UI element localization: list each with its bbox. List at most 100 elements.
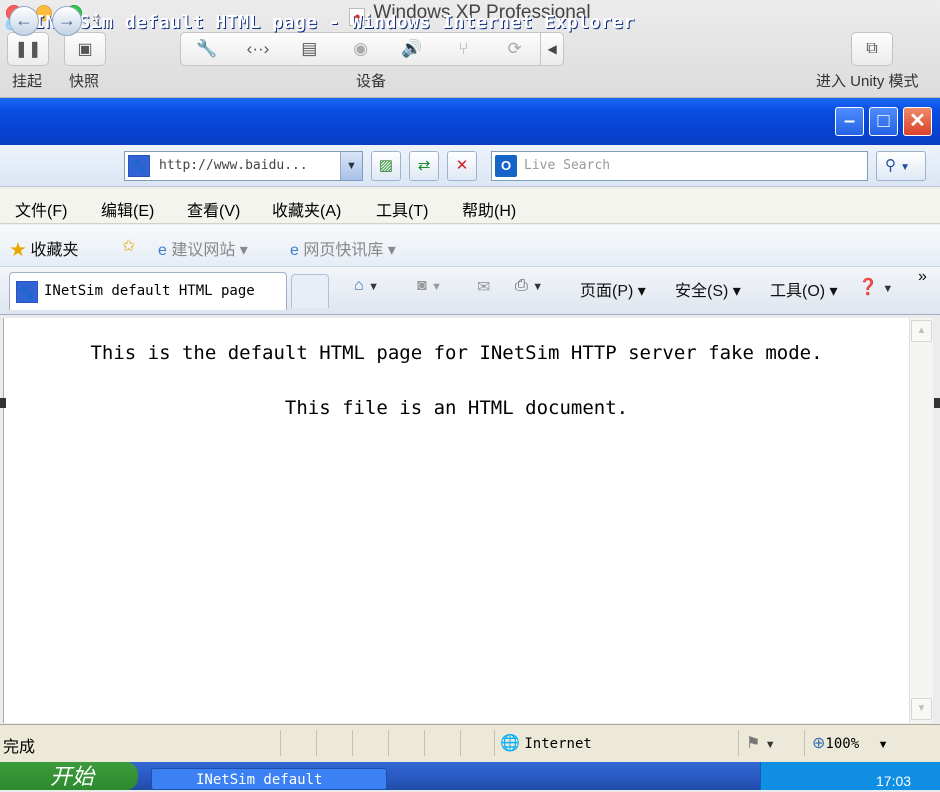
suspend-button[interactable]: ❚❚ (7, 32, 49, 66)
suggested-sites-button[interactable]: e 建议网站 ▾ (158, 236, 248, 260)
taskbar-ie-label: INetSim default (196, 772, 323, 788)
safety-menu-button[interactable]: 安全(S) ▾ (675, 277, 741, 301)
network-icon[interactable]: ‹··› (232, 39, 283, 59)
scroll-down-button[interactable]: ▼ (911, 698, 932, 720)
home-button[interactable]: ⌂ ▼ (354, 277, 379, 295)
suspend-label: 挂起 (12, 73, 43, 90)
menu-edit[interactable]: 编辑(E) (101, 197, 154, 221)
add-favorite-icon[interactable]: ✩ (122, 236, 135, 256)
print-dropdown-icon: ▼ (532, 281, 544, 293)
close-icon: ✕ (909, 110, 926, 132)
ie-page-icon: e (158, 242, 167, 259)
ie-page-icon: e (290, 242, 299, 259)
forward-button[interactable]: → (52, 6, 82, 36)
protected-mode-dropdown-icon: ▼ (764, 739, 776, 751)
help-icon: ❓ (858, 279, 878, 296)
zoom-button[interactable]: ⊕100% ▼ (812, 733, 888, 753)
feeds-button[interactable]: ◙ ▼ (417, 277, 442, 295)
zone-label: Internet (524, 736, 592, 752)
zoom-level: 100% (825, 736, 860, 752)
read-mail-button[interactable]: ✉ (477, 277, 490, 297)
scroll-up-button[interactable]: ▲ (911, 320, 932, 342)
status-divider (424, 730, 425, 756)
address-dropdown-button[interactable]: ▼ (340, 152, 362, 180)
start-button[interactable]: 开始 (0, 762, 138, 790)
compatibility-view-button[interactable]: ▨ (371, 151, 401, 181)
snapshot-button[interactable]: ▣ (64, 32, 106, 66)
menu-tools[interactable]: 工具(T) (376, 197, 428, 221)
status-divider (804, 730, 805, 756)
stop-icon: ✕ (455, 157, 469, 174)
resize-handle-left[interactable] (0, 398, 6, 408)
live-search-icon: O (495, 155, 517, 177)
protected-mode-button[interactable]: ⚑ ▼ (746, 733, 776, 753)
print-button[interactable]: ⎙ ▼ (515, 277, 543, 295)
sound-icon[interactable]: 🔊 (386, 39, 437, 59)
web-slice-gallery-button[interactable]: e 网页快讯库 ▾ (290, 236, 396, 260)
zoom-dropdown-icon: ▼ (877, 739, 889, 751)
recent-pages-dropdown[interactable]: ▽ (93, 15, 101, 26)
search-icon: ⚲ (885, 157, 896, 174)
status-text: 完成 (3, 739, 36, 756)
help-button[interactable]: ❓ ▼ (858, 277, 893, 297)
tab-favicon-icon: 🐾 (16, 281, 38, 303)
protected-mode-icon: ⚑ (746, 735, 761, 752)
status-divider (352, 730, 353, 756)
back-button[interactable]: ← (9, 6, 39, 36)
devices-toolbar: 🔧 ‹··› ▤ ◉ 🔊 ⑂ ⟳ ◀ (180, 32, 564, 66)
snapshot-icon: ▣ (77, 41, 93, 58)
clock: 17:03 (876, 773, 912, 789)
content-line-1: This is the default HTML page for INetSi… (90, 342, 823, 364)
stop-button[interactable]: ✕ (447, 151, 477, 181)
ie-window-title: INetSim default HTML page - Windows Inte… (34, 12, 635, 33)
compatibility-icon: ▨ (378, 157, 394, 174)
security-zone[interactable]: 🌐 Internet (500, 733, 592, 753)
collapse-arrow-icon[interactable]: ◀ (541, 42, 563, 56)
cd-drive-icon[interactable]: ◉ (335, 39, 386, 59)
search-input[interactable]: Live Search (491, 151, 868, 181)
home-dropdown-icon: ▼ (368, 281, 380, 293)
page-menu-button[interactable]: 页面(P) ▾ (580, 277, 646, 301)
vertical-scrollbar[interactable]: ▲ ▼ (909, 318, 933, 723)
taskbar-ie-button[interactable]: INetSim default (151, 768, 387, 790)
settings-wrench-icon[interactable]: 🔧 (181, 39, 232, 59)
usb-icon[interactable]: ⑂ (438, 39, 489, 59)
menu-favorites[interactable]: 收藏夹(A) (272, 197, 341, 221)
back-arrow-icon: ← (15, 10, 33, 30)
favorites-bar (0, 225, 940, 267)
favorites-button[interactable]: ★ 收藏夹 (10, 236, 78, 260)
home-icon: ⌂ (354, 277, 364, 294)
tools-menu-button[interactable]: 工具(O) ▾ (770, 277, 838, 301)
menu-view[interactable]: 查看(V) (187, 197, 240, 221)
feeds-dropdown-icon: ▼ (431, 281, 443, 293)
status-divider (460, 730, 461, 756)
search-button[interactable]: ⚲ ▼ (876, 151, 926, 181)
new-tab-button[interactable] (291, 274, 329, 308)
menu-help[interactable]: 帮助(H) (462, 197, 516, 221)
forward-arrow-icon: → (58, 10, 76, 30)
suggested-sites-label: 建议网站 ▾ (171, 242, 248, 259)
refresh-button[interactable]: ⇄ (409, 151, 439, 181)
maximize-button[interactable]: □ (869, 107, 898, 136)
hard-disk-icon[interactable]: ▤ (284, 39, 335, 59)
minimize-button[interactable]: – (835, 107, 864, 136)
sync-icon[interactable]: ⟳ (489, 39, 540, 59)
search-options-icon: ▼ (900, 162, 911, 173)
unity-label: 进入 Unity 模式 (816, 73, 919, 90)
zoom-icon: ⊕ (812, 735, 826, 752)
more-commands-button[interactable]: » (918, 268, 927, 286)
unity-button[interactable]: ⧉ (851, 32, 893, 66)
status-divider (316, 730, 317, 756)
globe-icon: 🌐 (500, 735, 520, 752)
status-divider (280, 730, 281, 756)
status-divider (494, 730, 495, 756)
star-icon: ★ (10, 242, 27, 259)
close-button[interactable]: ✕ (903, 107, 932, 136)
address-field[interactable]: http://www.baidu... (124, 151, 363, 181)
minimize-icon: – (843, 110, 856, 132)
tab-label: INetSim default HTML page (44, 283, 255, 299)
resize-handle-right[interactable] (934, 398, 940, 408)
status-divider (738, 730, 739, 756)
ie-title-bar (0, 98, 940, 145)
menu-file[interactable]: 文件(F) (15, 197, 67, 221)
